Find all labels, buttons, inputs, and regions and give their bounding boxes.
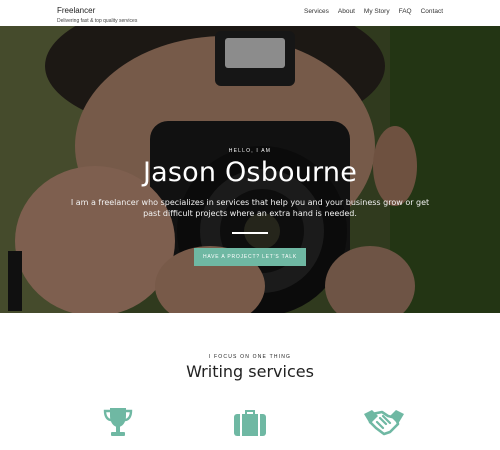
services-eyebrow: I FOCUS ON ONE THING: [208, 354, 292, 360]
services-title: Writing services: [186, 362, 314, 381]
hero-divider: [232, 232, 268, 234]
brand-name[interactable]: Freelancer: [57, 6, 137, 16]
hero-description: I am a freelancer who specializes in ser…: [70, 198, 430, 218]
nav-item-my-story[interactable]: My Story: [364, 8, 390, 16]
nav-item-services[interactable]: Services: [304, 8, 329, 16]
hero-section: HELLO, I AM Jason Osbourne I am a freela…: [0, 26, 500, 313]
brand[interactable]: Freelancer Delivering fast & top quality…: [57, 6, 137, 25]
hero-eyebrow: HELLO, I AM: [228, 148, 272, 154]
brand-tagline: Delivering fast & top quality services: [57, 18, 138, 24]
handshake-icon: [364, 410, 404, 436]
nav-item-contact[interactable]: Contact: [421, 8, 443, 16]
site-header: Freelancer Delivering fast & top quality…: [0, 0, 500, 26]
briefcase-icon: [234, 410, 266, 436]
nav-item-about[interactable]: About: [338, 8, 355, 16]
hero-content: HELLO, I AM Jason Osbourne I am a freela…: [0, 26, 500, 313]
hero-title: Jason Osbourne: [142, 157, 358, 188]
cta-button[interactable]: HAVE A PROJECT? LET'S TALK: [194, 248, 306, 266]
trophy-icon: [103, 408, 133, 436]
nav-item-faq[interactable]: FAQ: [399, 8, 412, 16]
main-nav: Services About My Story FAQ Contact: [304, 8, 443, 16]
